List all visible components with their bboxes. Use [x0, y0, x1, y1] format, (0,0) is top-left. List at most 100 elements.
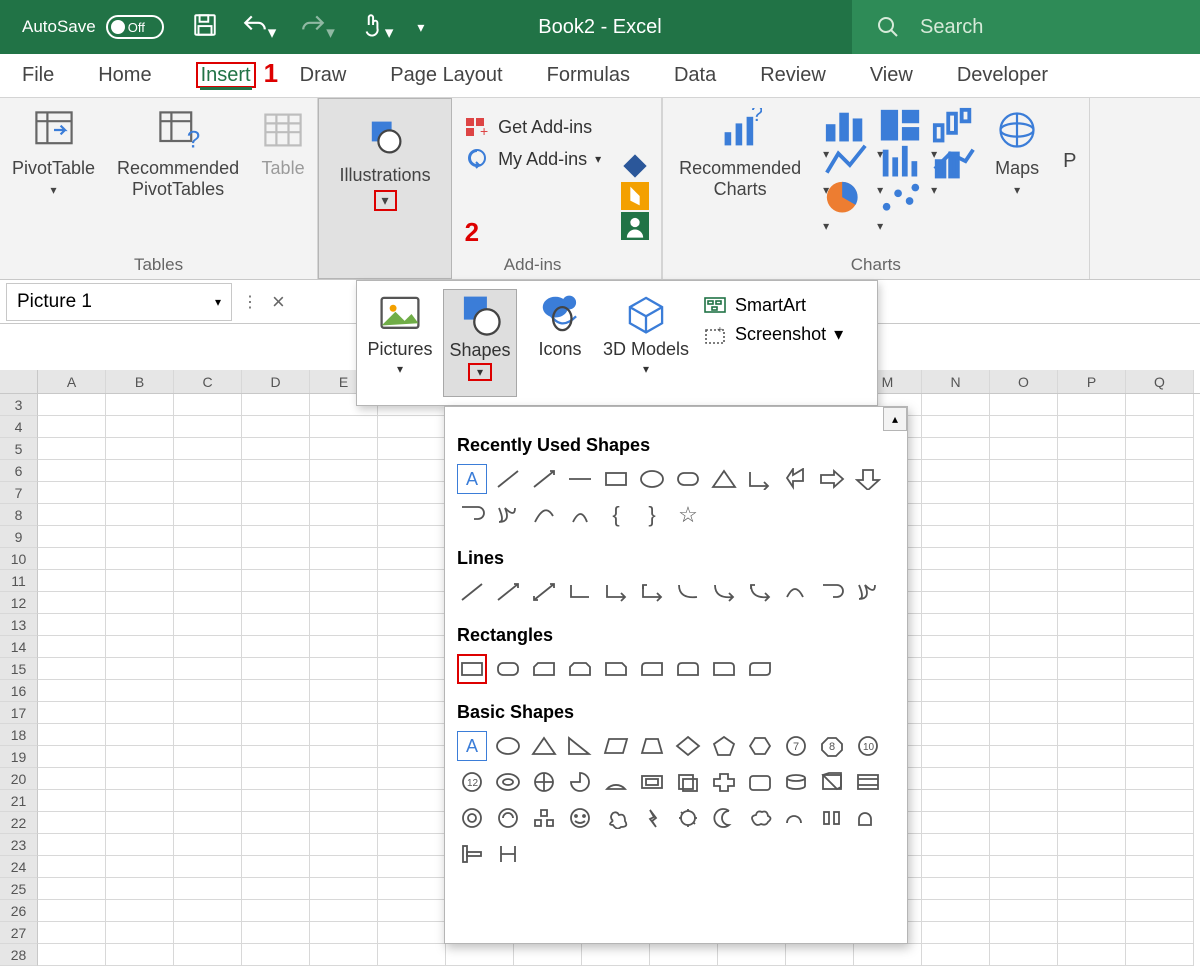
row-header[interactable]: 6 [0, 460, 38, 482]
smartart-button[interactable]: SmartArt [703, 295, 843, 316]
recently-used-heading: Recently Used Shapes [457, 435, 895, 456]
lines-shapes[interactable] [457, 577, 895, 607]
shapes-button[interactable]: Shapes ▾ [443, 289, 517, 397]
row-header[interactable]: 19 [0, 746, 38, 768]
table-button[interactable]: Table [261, 106, 305, 179]
col-header[interactable]: A [38, 370, 106, 393]
group-tables: PivotTable▾ ? Recommended PivotTables Ta… [0, 98, 318, 279]
row-header[interactable]: 14 [0, 636, 38, 658]
name-box[interactable]: Picture 1▾ [6, 283, 232, 321]
col-header[interactable]: Q [1126, 370, 1194, 393]
search-box[interactable]: Search [852, 0, 1200, 54]
hierarchy-chart-icon: ▾ [877, 106, 923, 140]
row-header[interactable]: 8 [0, 504, 38, 526]
col-header[interactable]: O [990, 370, 1058, 393]
tab-formulas[interactable]: Formulas [547, 64, 630, 87]
row-header[interactable]: 4 [0, 416, 38, 438]
col-header[interactable]: N [922, 370, 990, 393]
tab-draw[interactable]: Draw [300, 64, 347, 87]
touch-mode-icon[interactable]: ▾ [359, 12, 394, 43]
row-header[interactable]: 27 [0, 922, 38, 944]
row-header[interactable]: 9 [0, 526, 38, 548]
tab-review[interactable]: Review [760, 64, 826, 87]
visio-addin-icon[interactable] [621, 154, 649, 178]
maps-button[interactable]: Maps▾ [995, 106, 1039, 197]
rectangles-shapes[interactable] [457, 654, 895, 684]
row-header[interactable]: 3 [0, 394, 38, 416]
svg-text:8: 8 [829, 741, 835, 753]
illustrations-panel: Pictures▾ Shapes ▾ 3 Icons 3D Models▾ Sm… [356, 280, 878, 406]
row-header[interactable]: 10 [0, 548, 38, 570]
scatter-chart-icon: ▾ [877, 178, 923, 212]
rectangle-shape[interactable] [457, 654, 487, 684]
illustrations-dropdown-icon[interactable]: ▾ [374, 190, 397, 211]
tab-file[interactable]: File [22, 64, 54, 87]
charts-gallery[interactable]: ▾ ▾ ▾ ▾ ▾ ▾ ▾ ▾ [823, 106, 977, 212]
autosave-label: AutoSave [22, 17, 96, 37]
row-header[interactable]: 21 [0, 790, 38, 812]
svg-text:?: ? [187, 127, 200, 152]
col-header[interactable]: C [174, 370, 242, 393]
search-placeholder: Search [920, 16, 983, 39]
tab-developer[interactable]: Developer [957, 64, 1048, 87]
row-header[interactable]: 26 [0, 900, 38, 922]
recommended-charts-button[interactable]: ? Recommended Charts [675, 106, 805, 200]
row-header[interactable]: 12 [0, 592, 38, 614]
textbox-shape-icon: A [457, 464, 487, 494]
recently-used-shapes[interactable]: A { } ☆ [457, 464, 895, 530]
illustrations-button[interactable]: Illustrations ▾ 2 [318, 98, 452, 279]
redo-icon[interactable]: ▾ [300, 12, 335, 43]
group-charts: ? Recommended Charts ▾ ▾ ▾ ▾ ▾ ▾ ▾ ▾ Map… [663, 98, 1089, 279]
bing-addin-icon[interactable] [621, 184, 649, 208]
shapes-dropdown-icon[interactable]: ▾ [468, 363, 492, 381]
get-addins-button[interactable]: +Get Add-ins [464, 116, 601, 138]
tab-pagelayout[interactable]: Page Layout [390, 64, 502, 87]
svg-text:+: + [717, 325, 723, 336]
col-header[interactable]: D [242, 370, 310, 393]
statistic-chart-icon: ▾ [877, 142, 923, 176]
autosave-toggle[interactable]: AutoSave Off [22, 15, 164, 39]
col-header[interactable]: B [106, 370, 174, 393]
scroll-up-icon[interactable]: ▴ [883, 407, 907, 431]
title-bar: AutoSave Off ▾ ▾ ▾ ▾ Book2 - Excel Searc… [0, 0, 1200, 54]
pictures-button[interactable]: Pictures▾ [363, 289, 437, 397]
screenshot-button[interactable]: +Screenshot ▾ [703, 324, 843, 345]
row-header[interactable]: 7 [0, 482, 38, 504]
row-header[interactable]: 13 [0, 614, 38, 636]
row-header[interactable]: 5 [0, 438, 38, 460]
row-header[interactable]: 22 [0, 812, 38, 834]
my-addins-button[interactable]: My Add-ins ▾ [464, 148, 601, 170]
row-header[interactable]: 25 [0, 878, 38, 900]
namebox-expand-icon[interactable]: ⋮ [242, 292, 258, 312]
document-title: Book2 - Excel [538, 16, 661, 39]
people-addin-icon[interactable] [621, 214, 649, 238]
qat-customize-icon[interactable]: ▾ [417, 19, 424, 36]
row-header[interactable]: 11 [0, 570, 38, 592]
3d-models-button[interactable]: 3D Models▾ [603, 289, 689, 397]
row-header[interactable]: 28 [0, 944, 38, 966]
tab-insert[interactable]: Insert [196, 62, 256, 88]
row-header[interactable]: 16 [0, 680, 38, 702]
tab-data[interactable]: Data [674, 64, 716, 87]
tab-view[interactable]: View [870, 64, 913, 87]
icons-button[interactable]: Icons [523, 289, 597, 397]
row-header[interactable]: 17 [0, 702, 38, 724]
cancel-icon[interactable]: × [272, 289, 285, 315]
basic-shapes[interactable]: A 7 8 10 12 [457, 731, 895, 869]
recommended-pivottables-button[interactable]: ? Recommended PivotTables [113, 106, 243, 200]
ribbon-tabs: File Home Insert1 Draw Page Layout Formu… [0, 54, 1200, 98]
row-header[interactable]: 20 [0, 768, 38, 790]
row-header[interactable]: 24 [0, 856, 38, 878]
svg-text:?: ? [751, 108, 762, 126]
shapes-gallery: ▴ Recently Used Shapes A { } ☆ Lines [444, 406, 908, 944]
col-header[interactable]: P [1058, 370, 1126, 393]
row-header[interactable]: 18 [0, 724, 38, 746]
combo-chart-icon: ▾ [931, 142, 977, 176]
undo-icon[interactable]: ▾ [242, 12, 277, 43]
row-header[interactable]: 23 [0, 834, 38, 856]
ribbon-insert: PivotTable▾ ? Recommended PivotTables Ta… [0, 98, 1200, 280]
tab-home[interactable]: Home [98, 64, 151, 87]
save-icon[interactable] [192, 12, 218, 43]
row-header[interactable]: 15 [0, 658, 38, 680]
pivottable-button[interactable]: PivotTable▾ [12, 106, 95, 197]
